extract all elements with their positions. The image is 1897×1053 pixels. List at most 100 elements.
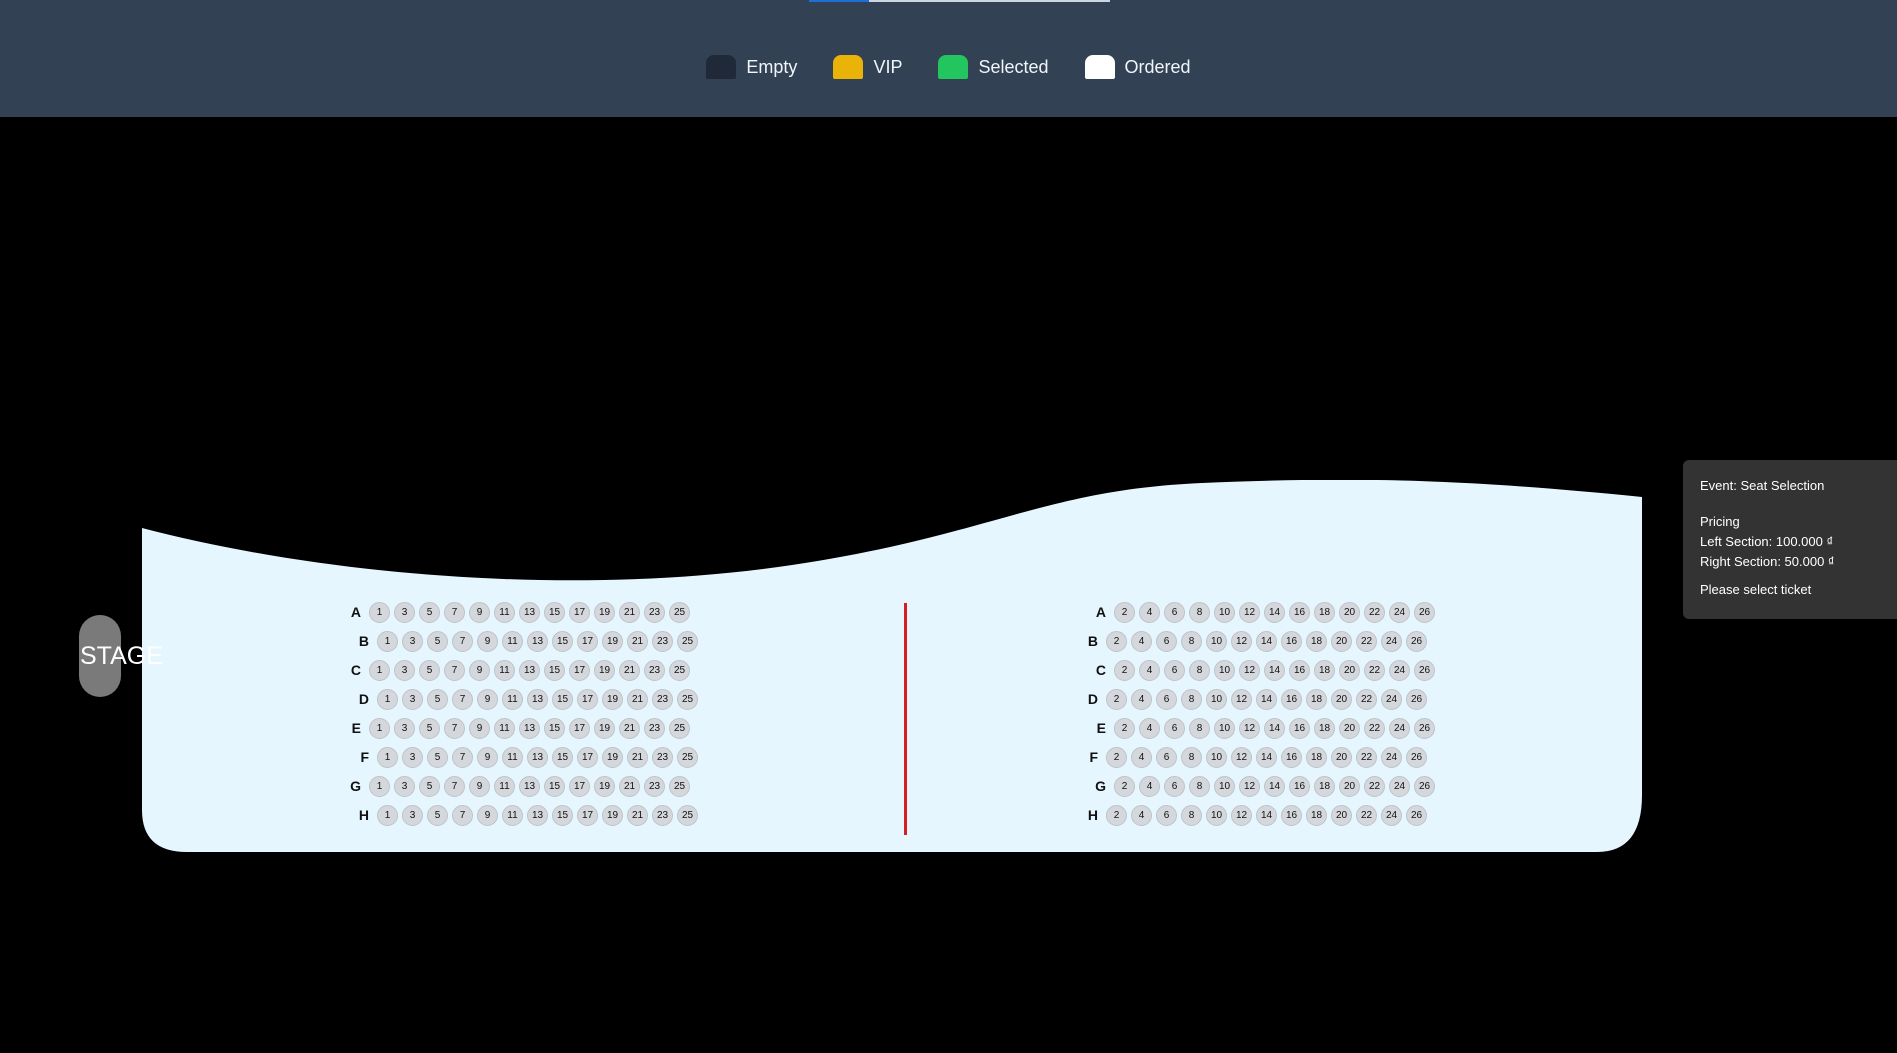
seat-button[interactable]: 8 [1189,601,1210,623]
seat-button[interactable]: 24 [1389,601,1410,623]
seat-button[interactable]: 19 [602,804,623,826]
seat-button[interactable]: 4 [1131,688,1152,710]
seat-button[interactable]: 6 [1164,717,1185,739]
seat-button[interactable]: 25 [677,746,698,768]
seat-button[interactable]: 25 [677,630,698,652]
seat-button[interactable]: 4 [1139,717,1160,739]
seat-button[interactable]: 22 [1364,775,1385,797]
seat-button[interactable]: 19 [594,717,615,739]
seat-button[interactable]: 16 [1289,659,1310,681]
seat-button[interactable]: 21 [627,630,648,652]
seat-button[interactable]: 17 [569,717,590,739]
seat-button[interactable]: 26 [1414,659,1435,681]
seat-button[interactable]: 5 [427,804,448,826]
seat-button[interactable]: 9 [469,601,490,623]
seat-button[interactable]: 1 [377,746,398,768]
seat-button[interactable]: 16 [1289,601,1310,623]
seat-button[interactable]: 4 [1131,630,1152,652]
seat-button[interactable]: 18 [1314,659,1335,681]
seat-button[interactable]: 23 [652,630,673,652]
seat-button[interactable]: 20 [1339,775,1360,797]
seat-button[interactable]: 7 [444,659,465,681]
seat-button[interactable]: 17 [569,601,590,623]
seat-button[interactable]: 26 [1406,804,1427,826]
seat-button[interactable]: 9 [469,659,490,681]
seat-button[interactable]: 24 [1381,688,1402,710]
seat-button[interactable]: 11 [502,630,523,652]
seat-button[interactable]: 15 [544,717,565,739]
seat-button[interactable]: 21 [619,775,640,797]
seat-button[interactable]: 21 [619,659,640,681]
seat-button[interactable]: 10 [1214,659,1235,681]
seat-button[interactable]: 3 [402,630,423,652]
seat-button[interactable]: 3 [394,659,415,681]
seat-button[interactable]: 19 [594,775,615,797]
seat-button[interactable]: 17 [577,746,598,768]
seat-button[interactable]: 14 [1256,746,1277,768]
seat-button[interactable]: 18 [1306,746,1327,768]
seat-button[interactable]: 22 [1364,601,1385,623]
seat-button[interactable]: 16 [1289,717,1310,739]
seat-button[interactable]: 2 [1114,717,1135,739]
seat-button[interactable]: 25 [677,688,698,710]
seat-button[interactable]: 23 [644,717,665,739]
seat-button[interactable]: 23 [652,746,673,768]
seat-button[interactable]: 14 [1264,601,1285,623]
seat-button[interactable]: 8 [1181,630,1202,652]
seat-button[interactable]: 7 [452,630,473,652]
seat-button[interactable]: 3 [394,717,415,739]
seat-button[interactable]: 23 [644,601,665,623]
seat-button[interactable]: 21 [619,717,640,739]
seat-button[interactable]: 3 [394,601,415,623]
seat-button[interactable]: 2 [1106,688,1127,710]
seat-button[interactable]: 13 [527,746,548,768]
seat-button[interactable]: 8 [1189,775,1210,797]
seat-button[interactable]: 8 [1181,688,1202,710]
seat-button[interactable]: 4 [1139,775,1160,797]
seat-button[interactable]: 15 [552,804,573,826]
seat-button[interactable]: 8 [1189,717,1210,739]
seat-button[interactable]: 13 [527,804,548,826]
seat-button[interactable]: 2 [1114,775,1135,797]
seat-button[interactable]: 21 [627,688,648,710]
seat-button[interactable]: 7 [452,746,473,768]
seat-button[interactable]: 18 [1314,601,1335,623]
seat-button[interactable]: 7 [452,804,473,826]
seat-button[interactable]: 11 [494,601,515,623]
seat-button[interactable]: 12 [1239,659,1260,681]
seat-button[interactable]: 1 [377,630,398,652]
seat-button[interactable]: 6 [1164,775,1185,797]
seat-button[interactable]: 15 [544,775,565,797]
seat-button[interactable]: 7 [444,775,465,797]
seat-button[interactable]: 15 [552,746,573,768]
seat-button[interactable]: 5 [427,746,448,768]
seat-button[interactable]: 15 [544,659,565,681]
seat-button[interactable]: 23 [652,804,673,826]
seat-button[interactable]: 5 [419,601,440,623]
seat-button[interactable]: 1 [369,775,390,797]
seat-button[interactable]: 17 [569,659,590,681]
seat-button[interactable]: 1 [377,688,398,710]
seat-button[interactable]: 26 [1414,717,1435,739]
seat-button[interactable]: 24 [1381,630,1402,652]
seat-button[interactable]: 11 [494,659,515,681]
seat-button[interactable]: 25 [677,804,698,826]
seat-button[interactable]: 9 [469,775,490,797]
seat-button[interactable]: 14 [1264,775,1285,797]
seat-button[interactable]: 12 [1239,775,1260,797]
seat-button[interactable]: 13 [519,601,540,623]
seat-button[interactable]: 14 [1256,630,1277,652]
seat-button[interactable]: 22 [1356,746,1377,768]
seat-button[interactable]: 12 [1239,717,1260,739]
seat-button[interactable]: 14 [1256,804,1277,826]
seat-button[interactable]: 5 [427,630,448,652]
seat-button[interactable]: 21 [627,804,648,826]
seat-button[interactable]: 18 [1314,775,1335,797]
seat-button[interactable]: 9 [477,688,498,710]
seat-button[interactable]: 21 [627,746,648,768]
seat-button[interactable]: 2 [1114,601,1135,623]
seat-button[interactable]: 20 [1331,688,1352,710]
seat-button[interactable]: 19 [594,659,615,681]
seat-button[interactable]: 1 [369,659,390,681]
seat-button[interactable]: 3 [402,746,423,768]
